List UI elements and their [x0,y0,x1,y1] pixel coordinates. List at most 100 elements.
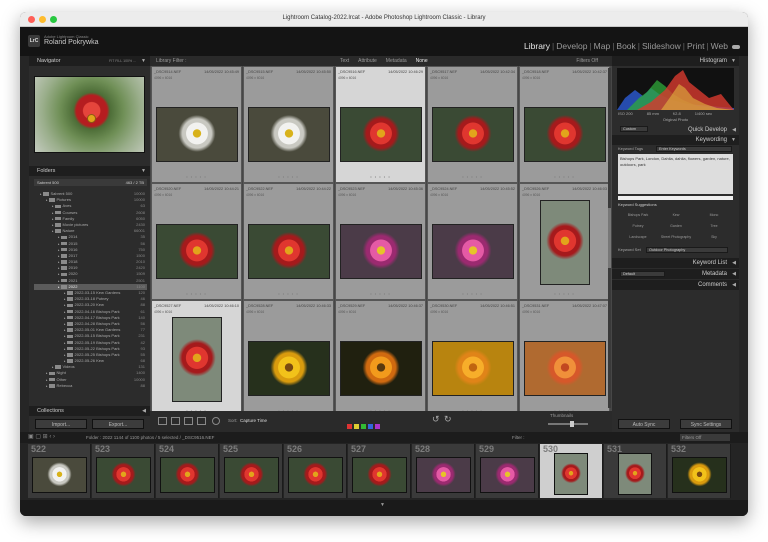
keyword-set-dropdown[interactable]: Outdoor Photography [646,247,728,253]
grid-cell[interactable]: _DSC9523.NEF 14/05/2022 10:45:36 4096 x 60… [335,183,426,300]
filmstrip-thumb[interactable]: 532 [668,444,731,498]
thumbnail-image[interactable] [540,200,590,285]
collapse-triangle-icon[interactable]: ▼ [141,56,146,66]
comments-header[interactable]: Comments ◀ [612,280,739,290]
disclosure-triangle-icon[interactable]: ▸ [58,248,60,252]
disclosure-triangle-icon[interactable]: ▸ [58,260,60,264]
survey-view-icon[interactable] [197,417,206,425]
keywording-header[interactable]: Keywording ▼ [612,135,739,145]
keyword-suggestion[interactable]: Putney [620,222,656,231]
disclosure-triangle-icon[interactable]: ▸ [64,316,66,320]
saved-preset-dropdown[interactable]: Custom [620,126,648,132]
grid-cell[interactable]: _DSC9518.NEF 14/05/2022 10:42:37 4096 x 60… [519,66,610,183]
grid-cell[interactable]: _DSC9517.NEF 14/05/2022 10:42:34 4096 x 60… [427,66,518,183]
thumbnail-size-slider[interactable] [548,421,588,427]
folders-header[interactable]: Folders ▼ [29,166,150,176]
rating-dots[interactable]: • • • • • [336,291,425,296]
thumbnail-image[interactable] [156,224,238,279]
grid-cell[interactable]: _DSC9516.NEF 14/05/2022 10:46:29 4096 x 60… [335,66,426,183]
collections-header[interactable]: Collections ◀ [29,406,150,416]
rating-dots[interactable]: • • • • • [244,174,333,179]
second-window-icon[interactable]: ▣ ▢ ⊞ ‹ › [28,432,55,443]
grid-cell[interactable]: _DSC9524.NEF 14/05/2022 10:45:52 4096 x 60… [427,183,518,300]
grid-cell[interactable]: _DSC9531.NEF 14/05/2022 10:47:07 4096 x 60… [519,300,610,417]
disclosure-triangle-icon[interactable]: ▸ [58,235,60,239]
rating-dots[interactable]: • • • • • [428,174,517,179]
disclosure-triangle-icon[interactable]: ▸ [46,378,48,382]
collapse-triangle-icon[interactable]: ▼ [731,56,736,66]
disclosure-triangle-icon[interactable]: ▸ [52,223,54,227]
module-map[interactable]: Map [594,41,611,51]
filmstrip-thumb[interactable]: 530 [540,444,603,498]
grid-scrollbar[interactable] [608,68,611,408]
grid-view-icon[interactable] [158,417,167,425]
expand-triangle-icon[interactable]: ◀ [732,258,736,268]
loupe-view-icon[interactable] [171,417,180,425]
filmstrip-filter-dropdown[interactable]: Filters Off [680,434,730,441]
thumbnail-image[interactable] [156,107,238,162]
thumbnail-image[interactable] [432,224,514,279]
filmstrip-thumb[interactable]: 529 [476,444,539,498]
module-print[interactable]: Print [687,41,704,51]
grid-cell[interactable]: _DSC9528.NEF 14/05/2022 10:46:33 4096 x 60… [243,300,334,417]
show-filmstrip-triangle-icon[interactable]: ▼ [380,502,385,508]
rating-dots[interactable]: • • • • • [244,291,333,296]
filter-preset[interactable]: Filters Off [576,56,598,66]
keyword-suggestion[interactable]: Garden [658,222,694,231]
disclosure-triangle-icon[interactable]: ▸ [58,266,60,270]
disclosure-triangle-icon[interactable]: ▸ [52,365,54,369]
disclosure-triangle-icon[interactable]: ▸ [52,217,54,221]
filter-tab-none[interactable]: None [416,58,428,64]
keyword-suggestion[interactable]: Sky [696,233,732,242]
disclosure-triangle-icon[interactable]: ▸ [64,297,66,301]
filmstrip-thumb[interactable]: 524 [156,444,219,498]
expand-triangle-icon[interactable]: ◀ [732,125,736,135]
keyword-suggestion[interactable]: Tree [696,222,732,231]
expand-triangle-icon[interactable]: ◀ [732,269,736,279]
import-button[interactable]: Import... [35,419,87,429]
sort-value[interactable]: Capture Time [240,418,267,423]
compare-view-icon[interactable] [184,417,193,425]
keyword-suggestion[interactable]: Street Photography [658,233,694,242]
disclosure-triangle-icon[interactable]: ▸ [58,254,60,258]
cloud-sync-icon[interactable] [732,45,740,49]
disclosure-triangle-icon[interactable]: ▸ [52,211,54,215]
rotate-right-icon[interactable]: ↻ [444,414,452,425]
thumbnail-image[interactable] [172,317,222,402]
thumbnail-image[interactable] [340,107,422,162]
disclosure-triangle-icon[interactable]: ▸ [52,204,54,208]
add-keywords-field[interactable] [618,196,733,200]
navigator-zoom-options[interactable]: FIT FILL 100% ... [109,56,136,66]
filmstrip-source-info[interactable]: Folder : 2022 1144 of 1100 photos / 5 se… [86,432,214,443]
filmstrip-thumb[interactable]: 523 [92,444,155,498]
slider-handle[interactable] [570,421,574,427]
disclosure-triangle-icon[interactable]: ▸ [46,198,48,202]
filmstrip-thumb[interactable]: 522 [28,444,91,498]
metadata-preset-dropdown[interactable]: Default [620,271,665,277]
module-web[interactable]: Web [711,41,728,51]
folder-row[interactable]: ▸ Rebecca 88 [34,383,147,389]
thumbnail-image[interactable] [432,107,514,162]
disclosure-triangle-icon[interactable]: ▸ [64,322,66,326]
disclosure-triangle-icon[interactable]: ▸ [64,328,66,332]
module-develop[interactable]: Develop [556,41,587,51]
keyword-list-header[interactable]: Keyword List ◀ [612,258,739,268]
sync-settings-button[interactable]: Sync Settings [680,419,732,429]
disclosure-triangle-icon[interactable]: ▸ [58,279,60,283]
rating-dots[interactable]: • • • • • [152,291,241,296]
filter-tab-text[interactable]: Text [340,58,349,64]
grid-cell[interactable]: _DSC9526.NEF 14/05/2022 10:46:03 4096 x 60… [519,183,610,300]
rotate-left-icon[interactable]: ↺ [432,414,440,425]
filter-tab-metadata[interactable]: Metadata [386,58,407,64]
flag-rating-color-tools[interactable] [346,417,416,429]
rating-dots[interactable]: • • • • • [520,174,609,179]
filmstrip-thumb[interactable]: 531 [604,444,667,498]
disclosure-triangle-icon[interactable]: ▸ [58,285,60,289]
navigator-header[interactable]: Navigator FIT FILL 100% ... ▼ [29,56,150,66]
grid-cell[interactable]: _DSC9520.NEF 14/05/2022 10:44:21 4096 x 60… [151,183,242,300]
filmstrip-thumb[interactable]: 526 [284,444,347,498]
module-slideshow[interactable]: Slideshow [642,41,681,51]
thumbnail-image[interactable] [524,341,606,396]
disclosure-triangle-icon[interactable]: ▸ [40,192,42,196]
navigator-preview[interactable] [34,76,145,153]
